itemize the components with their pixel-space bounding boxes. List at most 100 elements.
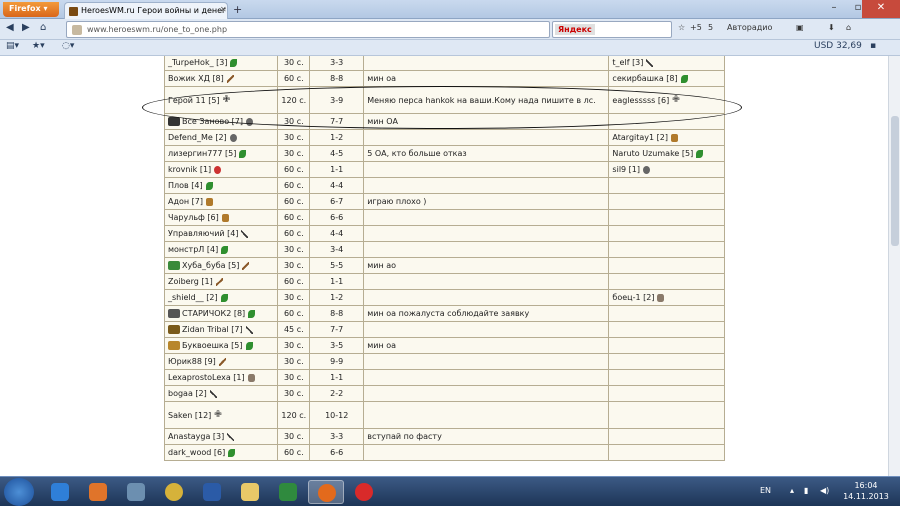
downloads-icon[interactable]: ⬇ (828, 23, 835, 32)
player-cell[interactable]: _TurpeHok_ [3] (163, 56, 279, 71)
player-cell[interactable]: Чарульф [6] (163, 209, 279, 226)
opponent-cell[interactable] (608, 401, 725, 429)
search-box[interactable]: Яндекс (552, 21, 672, 38)
player-cell[interactable]: Хуба_буба [5] (163, 257, 279, 274)
player-name-link[interactable]: Герой 11 [5] (168, 96, 220, 105)
opponent-name-link[interactable]: Naruto Uzumake [5] (612, 149, 693, 158)
opponent-cell[interactable]: t_elf [3] (608, 56, 725, 71)
opponent-cell[interactable] (608, 385, 725, 402)
player-name-link[interactable]: СТАРИЧОК2 [8] (182, 309, 245, 318)
player-name-link[interactable]: bogaa [2] (168, 389, 207, 398)
firefox-menu-button[interactable]: Firefox ▾ (3, 2, 59, 17)
new-tab-icon[interactable]: + (233, 3, 242, 16)
opponent-cell[interactable] (608, 225, 725, 242)
player-cell[interactable]: Все Заново [7] (163, 113, 279, 130)
bookmark-star-icon[interactable]: ☆ (678, 23, 685, 32)
opponent-cell[interactable] (608, 444, 725, 461)
player-name-link[interactable]: Zoiberg [1] (168, 277, 213, 286)
opponent-cell[interactable] (608, 273, 725, 290)
scrollbar-thumb[interactable] (891, 116, 899, 246)
back-icon[interactable]: ◀ (6, 22, 14, 33)
player-cell[interactable]: Defend_Me [2] (163, 129, 279, 146)
player-cell[interactable]: krovnik [1] (163, 161, 279, 178)
player-cell[interactable]: LexaprostoLexa [1] (163, 369, 279, 386)
player-cell[interactable]: dark_wood [6] (163, 444, 279, 461)
opponent-name-link[interactable]: Atargitay1 [2] (612, 133, 668, 142)
opponent-cell[interactable]: боец-1 [2] (608, 289, 725, 306)
player-name-link[interactable]: LexaprostoLexa [1] (168, 373, 245, 382)
tab-close-icon[interactable]: ✕ (220, 5, 227, 14)
opponent-name-link[interactable]: eaglesssss [6] (612, 96, 669, 105)
player-cell[interactable]: монстрЛ [4] (163, 241, 279, 258)
taskbar-word[interactable] (194, 480, 230, 504)
player-name-link[interactable]: dark_wood [6] (168, 448, 225, 457)
vertical-scrollbar[interactable] (888, 56, 900, 476)
player-cell[interactable]: Герой 11 [5] ✙ (163, 86, 279, 114)
player-name-link[interactable]: Saken [12] (168, 411, 211, 420)
player-cell[interactable]: Вожик ХД [8] (163, 70, 279, 87)
opponent-cell[interactable] (608, 209, 725, 226)
opponent-name-link[interactable]: боец-1 [2] (612, 293, 654, 302)
opponent-cell[interactable] (608, 193, 725, 210)
player-name-link[interactable]: лизергин777 [5] (168, 149, 236, 158)
opponent-cell[interactable] (608, 113, 725, 130)
taskbar-media[interactable] (80, 480, 116, 504)
opponent-cell[interactable] (608, 428, 725, 445)
player-cell[interactable]: СТАРИЧОК2 [8] (163, 305, 279, 322)
player-name-link[interactable]: Адон [7] (168, 197, 203, 206)
language-indicator[interactable]: EN (760, 486, 771, 495)
forward-icon[interactable]: ▶ (22, 22, 30, 33)
taskbar-ie[interactable] (42, 480, 78, 504)
opponent-cell[interactable]: секирбашка [8] (608, 70, 725, 87)
notification-count[interactable]: 5 (708, 23, 713, 32)
close-window-icon[interactable]: ✕ (862, 0, 900, 18)
player-name-link[interactable]: Управляючий [4] (168, 229, 238, 238)
taskbar-firefox[interactable] (308, 480, 344, 504)
player-name-link[interactable]: Хуба_буба [5] (182, 261, 239, 270)
player-cell[interactable]: лизергин777 [5] (163, 145, 279, 162)
taskbar-explorer[interactable] (232, 480, 268, 504)
player-cell[interactable]: _shield__ [2] (163, 289, 279, 306)
opponent-cell[interactable]: Atargitay1 [2] (608, 129, 725, 146)
player-cell[interactable]: Zoiberg [1] (163, 273, 279, 290)
taskbar-chrome[interactable] (156, 480, 192, 504)
taskbar-yandex[interactable] (346, 480, 382, 504)
chat-icon[interactable]: ◌▾ (62, 41, 74, 51)
opponent-name-link[interactable]: sil9 [1] (612, 165, 640, 174)
browser-tab[interactable]: HeroesWM.ru Герои войны и денег. Он... (64, 2, 228, 19)
opponent-cell[interactable] (608, 241, 725, 258)
opponent-cell[interactable] (608, 177, 725, 194)
player-cell[interactable]: Плов [4] (163, 177, 279, 194)
bookmarks-menu-icon[interactable]: ▤▾ (6, 41, 19, 51)
home-icon[interactable]: ⌂ (40, 22, 46, 33)
favorites-icon[interactable]: ★▾ (32, 41, 45, 51)
player-name-link[interactable]: Буквоешка [5] (182, 341, 243, 350)
address-bar[interactable]: www.heroeswm.ru/one_to_one.php (66, 21, 550, 38)
opponent-cell[interactable] (608, 257, 725, 274)
opponent-cell[interactable]: Naruto Uzumake [5] (608, 145, 725, 162)
player-name-link[interactable]: Anastayga [3] (168, 432, 224, 441)
opponent-cell[interactable]: eaglesssss [6] ✙ (608, 86, 725, 114)
player-cell[interactable]: bogaa [2] (163, 385, 279, 402)
opponent-cell[interactable] (608, 337, 725, 354)
opponent-cell[interactable] (608, 353, 725, 370)
player-name-link[interactable]: Юрик88 [9] (168, 357, 216, 366)
opponent-cell[interactable] (608, 305, 725, 322)
player-cell[interactable]: Anastayga [3] (163, 428, 279, 445)
opponent-name-link[interactable]: t_elf [3] (612, 58, 643, 67)
opponent-cell[interactable] (608, 321, 725, 338)
player-name-link[interactable]: монстрЛ [4] (168, 245, 218, 254)
player-name-link[interactable]: Плов [4] (168, 181, 203, 190)
player-name-link[interactable]: Defend_Me [2] (168, 133, 227, 142)
minimize-icon[interactable]: – (822, 0, 846, 18)
player-name-link[interactable]: Zidan Tribal [7] (182, 325, 243, 334)
player-cell[interactable]: Буквоешка [5] (163, 337, 279, 354)
player-name-link[interactable]: krovnik [1] (168, 165, 211, 174)
taskbar-game[interactable] (118, 480, 154, 504)
player-cell[interactable]: Адон [7] (163, 193, 279, 210)
network-icon[interactable]: ▮ (804, 486, 808, 495)
opponent-cell[interactable]: sil9 [1] (608, 161, 725, 178)
home-page-icon[interactable]: ⌂ (846, 23, 851, 32)
system-clock[interactable]: 16:04 14.11.2013 (838, 480, 894, 502)
player-cell[interactable]: Юрик88 [9] (163, 353, 279, 370)
